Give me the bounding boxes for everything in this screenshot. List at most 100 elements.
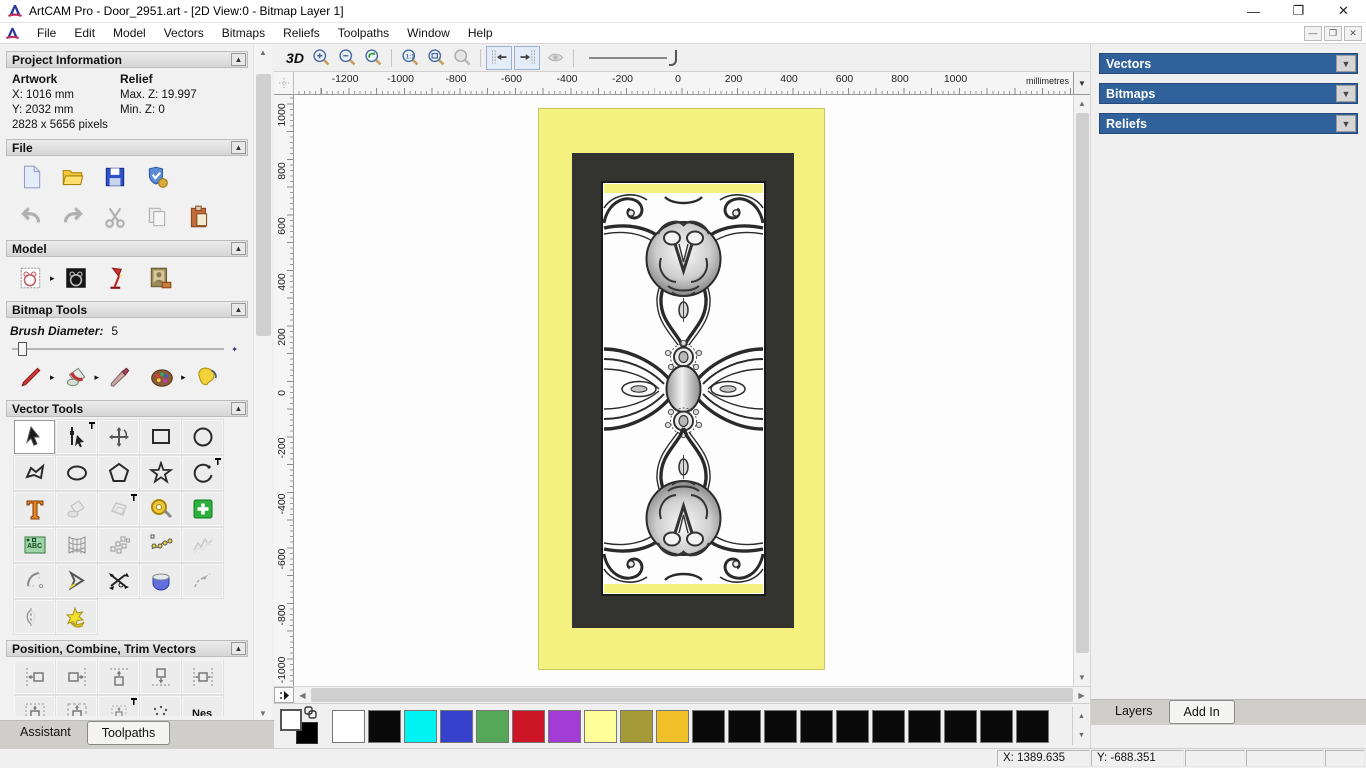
zoom-object-icon[interactable] [449,46,475,70]
panel-header-reliefs[interactable]: Reliefs ▼ [1099,113,1358,134]
flyout-arrow-icon[interactable]: ▸ [50,372,55,383]
zoom-in-icon[interactable] [308,46,334,70]
texture-relief-icon[interactable] [145,263,175,293]
color-swatch[interactable] [1016,709,1049,743]
fillet-arc-icon[interactable] [13,563,56,599]
center-horizontal-icon[interactable] [181,660,224,695]
open-file-icon[interactable] [58,162,88,192]
mdi-minimize-button[interactable]: — [1304,25,1322,41]
chevron-tool-icon[interactable] [55,563,98,599]
relief-preview-icon[interactable] [61,263,91,293]
panel-header-bitmaps[interactable]: Bitmaps ▼ [1099,83,1358,104]
menu-bitmaps[interactable]: Bitmaps [213,24,274,42]
section-header-position-combine-trim[interactable]: Position, Combine, Trim Vectors ▲ [6,640,248,657]
snap-next-icon[interactable] [514,45,540,70]
flood-fill-icon[interactable] [192,362,222,392]
collapse-section-button[interactable]: ▲ [231,303,246,316]
scrollbar-thumb[interactable] [1076,113,1089,653]
scrollbar-thumb[interactable] [311,688,1073,702]
undo-icon[interactable] [16,202,46,232]
menu-window[interactable]: Window [398,24,459,42]
animate-view-button[interactable] [274,687,294,703]
section-header-bitmap-tools[interactable]: Bitmap Tools ▲ [6,301,248,318]
expand-panel-button[interactable]: ▼ [1336,85,1356,102]
slider-track[interactable] [12,348,224,350]
primary-secondary-color-indicator[interactable] [276,706,332,746]
align-left-icon[interactable] [14,660,56,695]
color-swatch[interactable] [944,709,977,743]
light-material-icon[interactable] [103,263,133,293]
transform-icon[interactable] [97,419,140,455]
color-swatch[interactable] [980,709,1013,743]
minimize-button[interactable]: — [1231,0,1276,22]
brush-diameter-slider[interactable]: ✦ [12,342,238,356]
menu-edit[interactable]: Edit [65,24,104,42]
color-swatch[interactable] [692,709,725,743]
measure-icon[interactable] [139,491,182,527]
menu-model[interactable]: Model [104,24,155,42]
color-swatch[interactable] [656,709,689,743]
circle-tool-icon[interactable] [181,419,224,455]
color-swatch[interactable] [728,709,761,743]
tab-add-in[interactable]: Add In [1168,700,1235,724]
flyout-arrow-icon[interactable]: ▸ [181,372,186,383]
zoom-out-icon[interactable] [334,46,360,70]
expand-panel-button[interactable]: ▼ [1336,115,1356,132]
paint-bucket-icon[interactable] [61,362,91,392]
polygon-tool-icon[interactable] [97,455,140,491]
expand-panel-button[interactable]: ▼ [1336,55,1356,72]
mirror-half-icon[interactable] [13,599,56,635]
align-bottom-icon[interactable] [139,660,182,695]
text-block-icon[interactable]: ABC [13,527,56,563]
scroll-left-icon[interactable]: ◀ [294,687,311,703]
collapse-section-button[interactable]: ▲ [231,53,246,66]
wrap-star-icon[interactable] [55,599,98,635]
scroll-down-icon[interactable]: ▼ [1074,669,1090,686]
contrast-slider[interactable] [589,48,681,68]
align-right-icon[interactable] [55,660,98,695]
paste-icon[interactable] [184,202,214,232]
scroll-up-icon[interactable]: ▲ [1073,707,1090,726]
trim-vectors-icon[interactable] [97,563,140,599]
nest-vectors-icon[interactable]: Nes [181,695,224,716]
slider-handle[interactable] [18,342,27,356]
collapse-section-button[interactable]: ▲ [231,642,246,655]
new-file-icon[interactable] [16,162,46,192]
color-swatch[interactable] [800,709,833,743]
close-button[interactable]: ✕ [1321,0,1366,22]
block-copy-icon[interactable] [97,527,140,563]
curve-points-icon[interactable] [139,527,182,563]
collapse-section-button[interactable]: ▲ [231,242,246,255]
scroll-up-icon[interactable]: ▲ [254,44,272,61]
color-swatch[interactable] [440,709,473,743]
palette-icon[interactable] [147,362,177,392]
extrude-icon[interactable] [139,563,182,599]
color-swatch[interactable] [872,709,905,743]
ruler-origin-button[interactable] [274,72,294,94]
slider-track[interactable] [589,56,667,59]
section-header-project-information[interactable]: Project Information ▲ [6,51,248,68]
scatter-copies-icon[interactable] [139,695,182,716]
flyout-arrow-icon[interactable]: ▸ [95,372,100,383]
scroll-up-icon[interactable]: ▲ [1074,95,1090,112]
snap-prev-icon[interactable] [486,45,512,70]
palette-scrollbar[interactable]: ▲ ▼ [1072,707,1090,745]
menu-vectors[interactable]: Vectors [155,24,213,42]
scrollbar-thumb[interactable] [256,74,271,336]
save-file-icon[interactable] [100,162,130,192]
rectangle-tool-icon[interactable] [139,419,182,455]
distort-grid-icon[interactable] [55,527,98,563]
color-swatch[interactable] [476,709,509,743]
paint-brush-icon[interactable] [16,362,46,392]
arc-tool-icon[interactable] [181,455,224,491]
star-tool-icon[interactable] [139,455,182,491]
center-small-icon[interactable] [97,695,140,716]
offset-vector-icon[interactable] [97,491,140,527]
paste-vectors-icon[interactable] [181,491,224,527]
zoom-previous-icon[interactable] [360,46,386,70]
import-export-icon[interactable] [142,162,172,192]
canvas-vertical-scrollbar[interactable]: ▲ ▼ [1073,95,1090,686]
section-header-vector-tools[interactable]: Vector Tools ▲ [6,400,248,417]
center-in-page2-icon[interactable] [55,695,98,716]
zoom-fit-icon[interactable] [423,46,449,70]
